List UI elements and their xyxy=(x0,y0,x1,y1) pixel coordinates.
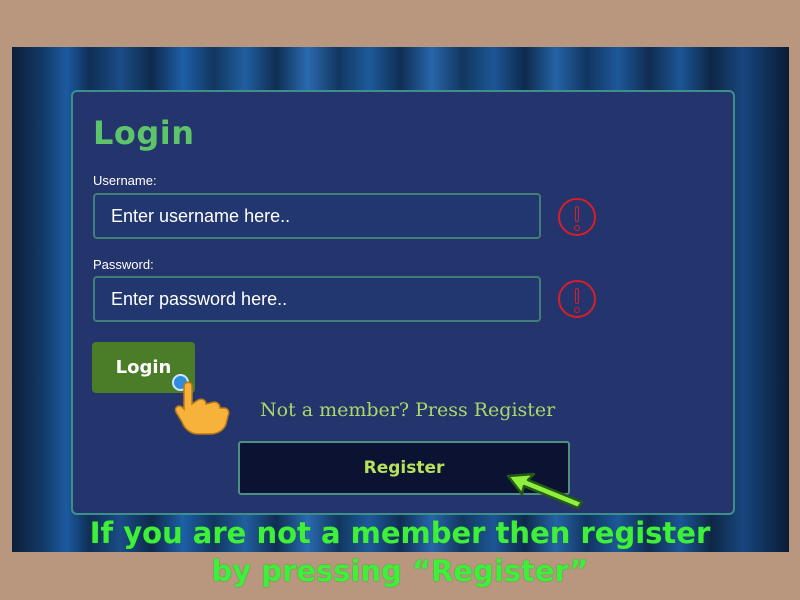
exclamation-bar xyxy=(575,206,579,222)
pointing-hand-icon xyxy=(174,381,230,435)
arrow-icon xyxy=(506,472,584,510)
login-title: Login xyxy=(93,114,195,152)
password-label: Password: xyxy=(93,257,154,272)
exclamation-circle-icon xyxy=(558,280,596,318)
exclamation-bar xyxy=(575,288,579,304)
caption-line-1: If you are not a member then register xyxy=(89,516,711,550)
caption-line-2: by pressing “Register” xyxy=(211,554,589,588)
username-label: Username: xyxy=(93,173,157,188)
register-hint-text: Not a member? Press Register xyxy=(260,399,556,421)
exclamation-dot xyxy=(574,307,580,313)
username-input[interactable]: Enter username here.. xyxy=(93,193,541,239)
exclamation-dot xyxy=(574,225,580,231)
exclamation-circle-icon xyxy=(558,198,596,236)
password-input[interactable]: Enter password here.. xyxy=(93,276,541,322)
